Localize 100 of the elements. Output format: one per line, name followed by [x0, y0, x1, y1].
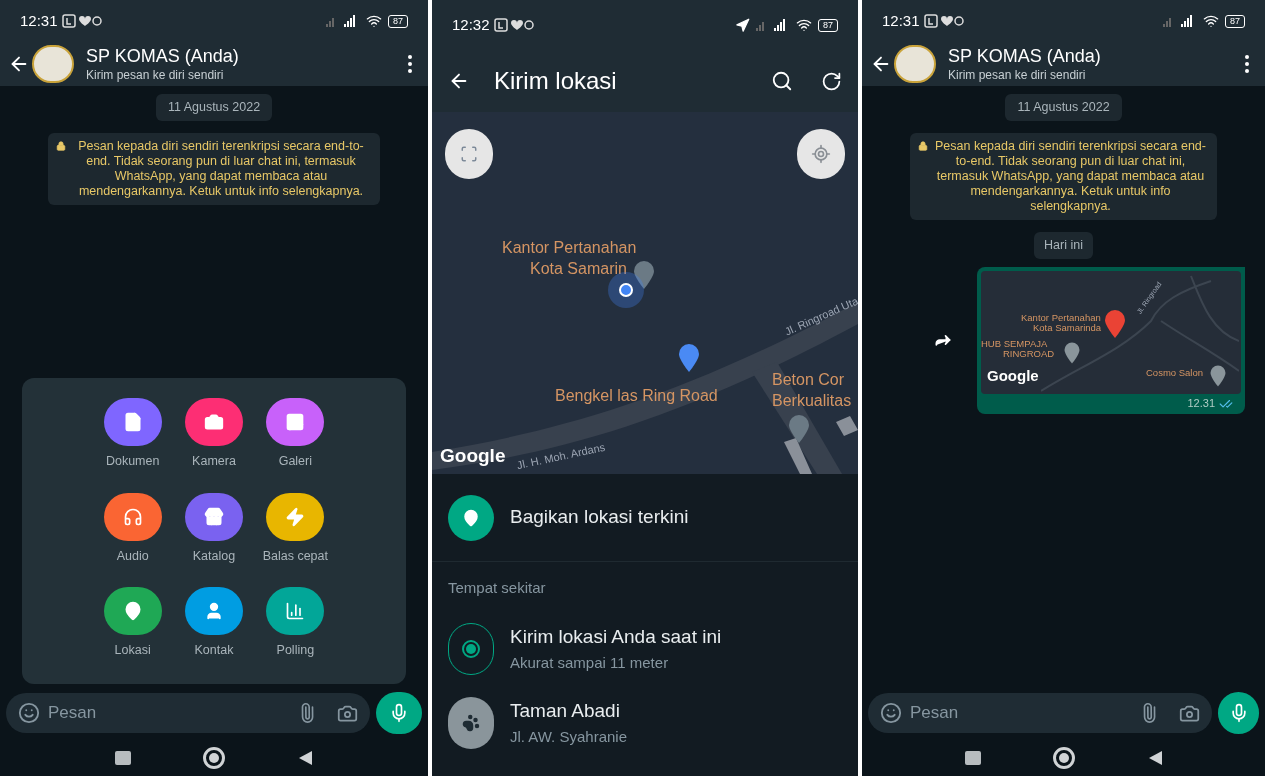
map-pin-icon[interactable] [1104, 308, 1126, 339]
back-nav-button[interactable] [297, 750, 313, 766]
wifi-icon [796, 17, 812, 33]
attachment-label: Audio [116, 547, 149, 565]
map-place-label: Kota Samarinda [1033, 322, 1102, 333]
attachment-option[interactable] [185, 492, 243, 541]
lock-icon [918, 140, 928, 151]
avatar[interactable] [894, 45, 936, 83]
place-item[interactable]: Kirim lokasi Anda saat ini Akurat sampai 11 meter [432, 611, 858, 686]
encryption-text: Pesan kepada diri sendiri terenkripsi secara end-to-end. Tidak seorang pun di luar chat ini, termasuk WhatsApp, yang dapat membaca atau mendengarkannya. Ketuk untuk info selengkapnya. [77, 138, 365, 199]
attachment-option[interactable] [266, 397, 325, 446]
more-icon [1245, 55, 1249, 73]
attachment-label: Kontak [194, 642, 234, 660]
map-attribution: Google [440, 444, 506, 468]
clock-time: 12:31 [20, 10, 58, 31]
place-detail: Jl. AW. Syahranie [510, 726, 627, 747]
attachment-option[interactable] [103, 492, 162, 541]
message-input[interactable]: Pesan [6, 693, 370, 733]
map-place-label: Kantor Pertanahan [1021, 312, 1101, 323]
attachment-option[interactable] [266, 587, 325, 636]
attachment-option[interactable] [185, 587, 243, 636]
place-name: Taman Abadi [510, 699, 621, 723]
map-place-label: HUB SEMPAJA [981, 338, 1048, 349]
lock-icon [56, 140, 66, 151]
attachment-label: Balas cepat [262, 547, 328, 565]
live-location-icon [448, 494, 494, 541]
date-chip: 11 Agustus 2022 [155, 94, 273, 121]
attachment-label: Kamera [192, 452, 236, 470]
battery-indicator: 87 [388, 14, 408, 28]
section-heading: Tempat sekitar [447, 578, 547, 598]
my-location-button[interactable] [797, 129, 845, 179]
battery-indicator: 87 [1225, 14, 1245, 28]
map-place-label: RINGROAD [1003, 348, 1055, 359]
screen-title: Kirim lokasi [494, 66, 618, 96]
locate-icon [811, 144, 831, 164]
map-pin-icon[interactable] [1063, 341, 1081, 364]
share-live-location[interactable]: Bagikan lokasi terkini [432, 474, 858, 562]
menu-button[interactable] [408, 55, 412, 73]
map-place-label: Cosmo Salon [1146, 367, 1204, 378]
chat-title[interactable]: SP KOMAS (Anda) [948, 45, 1245, 68]
attachment-option[interactable] [185, 397, 243, 446]
chat-subtitle: Kirim pesan ke diri sendiri [948, 67, 1087, 83]
date-chip: Hari ini [1034, 231, 1093, 259]
map-place-label: Berkualitas [772, 391, 852, 411]
notification-icons [61, 14, 102, 28]
clock-time: 12:32 [452, 14, 490, 35]
map-road-label: Jl. H. Moh. Ardans [515, 439, 607, 474]
map-place-label: Kota Samarin [530, 259, 627, 279]
home-button[interactable] [1052, 747, 1075, 769]
encryption-notice[interactable]: Pesan kepada diri sendiri terenkripsi secara end-to-end. Tidak seorang pun di luar chat ini, termasuk WhatsApp, yang dapat membaca atau mendengarkannya. Ketuk untuk info selengkapnya. [48, 132, 380, 205]
lightning-icon [285, 506, 306, 527]
more-icon [408, 55, 412, 73]
attachment-option[interactable] [103, 587, 162, 636]
fullscreen-icon [460, 145, 478, 163]
fullscreen-button[interactable] [445, 129, 493, 179]
mic-icon [389, 703, 409, 723]
place-item[interactable]: Taman Abadi Jl. AW. Syahranie [432, 685, 858, 760]
wifi-icon [1203, 13, 1219, 29]
attachment-option[interactable] [103, 397, 162, 446]
map-attribution: Google [987, 365, 1039, 386]
map-pin-icon[interactable] [678, 343, 700, 373]
attachment-label: Katalog [192, 547, 236, 565]
wifi-icon [366, 13, 382, 29]
recents-button[interactable] [964, 751, 981, 765]
attachment-label: Galeri [278, 452, 312, 470]
battery-indicator: 87 [818, 18, 838, 32]
message-field[interactable]: Pesan [48, 700, 289, 726]
mic-button[interactable] [1218, 692, 1259, 734]
map-place-label: Kantor Pertanahan [502, 238, 637, 258]
attachment-option[interactable] [266, 492, 325, 541]
place-name: Kirim lokasi Anda saat ini [510, 625, 722, 649]
map-pin-icon[interactable] [788, 414, 810, 444]
emoji-icon[interactable] [18, 702, 40, 724]
home-button[interactable] [203, 747, 225, 769]
place-detail: Akurat sampai 11 meter [510, 652, 670, 673]
date-chip: 11 Agustus 2022 [1005, 94, 1122, 121]
chat-title[interactable]: SP KOMAS (Anda) [86, 45, 408, 68]
attachment-label: Polling [276, 642, 315, 660]
attachment-label: Lokasi [114, 642, 151, 660]
refresh-button[interactable] [821, 70, 842, 92]
encryption-text: Pesan kepada diri sendiri terenkripsi secara end-to-end. Tidak seorang pun di luar chat ini, termasuk WhatsApp, yang dapat membaca atau mendengarkannya. Ketuk untuk info selengkapnya. [934, 138, 1207, 214]
paw-icon [448, 696, 494, 749]
menu-button[interactable] [1245, 55, 1249, 73]
map-place-label: Bengkel las Ring Road [555, 386, 718, 406]
message-input[interactable]: Pesan [868, 693, 1212, 733]
message-time: 12.31 [1187, 396, 1215, 412]
clock-time: 12:31 [882, 10, 920, 31]
attachment-label: Dokumen [105, 452, 160, 470]
map-place-label: Beton Cor [772, 370, 845, 390]
map-pin-icon[interactable] [633, 260, 655, 290]
avatar[interactable] [32, 45, 74, 83]
mic-button[interactable] [376, 692, 422, 734]
chat-subtitle: Kirim pesan ke diri sendiri [86, 67, 225, 83]
message-field[interactable]: Pesan [910, 700, 1131, 726]
notification-icons [923, 14, 964, 28]
headphones-icon [122, 506, 143, 527]
search-button[interactable] [771, 70, 793, 92]
encryption-notice[interactable]: Pesan kepada diri sendiri terenkripsi secara end-to-end. Tidak seorang pun di luar chat ini, termasuk WhatsApp, yang dapat membaca atau mendengarkannya. Ketuk untuk info selengkapnya. [910, 132, 1217, 220]
emoji-icon[interactable] [880, 702, 902, 724]
map-pin-icon[interactable] [1209, 364, 1227, 387]
